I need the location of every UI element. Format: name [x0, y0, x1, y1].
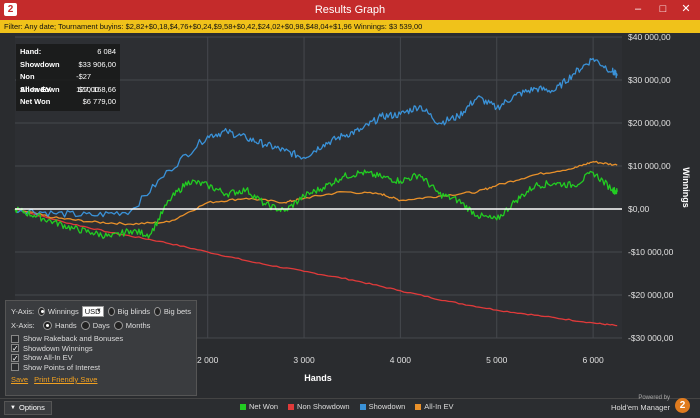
y-tick-label: -$10 000,00 [628, 247, 674, 257]
stats-panel: Hand: 6 084 Showdown $33 906,00 Non Show… [16, 44, 120, 111]
print-friendly-save-link[interactable]: Print Friendly Save [34, 375, 97, 384]
y-big-bets-radio[interactable] [154, 306, 161, 316]
stat-label: Hand: [20, 47, 42, 56]
chart-legend: Net Won Non Showdown Showdown All-In EV [240, 401, 453, 412]
x-months-label[interactable]: Months [126, 321, 151, 330]
y-big-blinds-radio[interactable] [107, 306, 115, 316]
brand-badge: Powered by Hold'em Manager 2 [608, 394, 694, 416]
currency-select[interactable]: USD ▼ [81, 305, 104, 317]
stat-row-hands: Hand: 6 084 [20, 46, 116, 59]
checkbox-label: Showdown Winnings [23, 343, 93, 353]
checkbox-label: Show Rakeback and Bonuses [23, 334, 124, 343]
save-links: Save Print Friendly Save [11, 375, 191, 384]
y-tick-label: -$20 000,00 [628, 290, 674, 300]
window-title: Results Graph [314, 4, 386, 16]
legend-label: Non Showdown [297, 402, 350, 411]
stat-label: All-In EV [20, 84, 51, 94]
x-axis-row: X-Axis: Hands Days Months [11, 318, 191, 332]
title-bar: 2 Results Graph – □ ✕ [0, 0, 700, 20]
y-tick-label: $30 000,00 [628, 75, 671, 85]
legend-swatch [240, 403, 246, 410]
checkbox-points-of-interest[interactable]: Show Points of Interest [11, 363, 191, 373]
save-link[interactable]: Save [11, 375, 28, 384]
legend-label: All-In EV [424, 402, 454, 411]
options-button-label: Options [19, 403, 45, 412]
filter-bar[interactable]: Filter: Any date; Tournament buyins: $2,… [0, 20, 700, 33]
y-winnings-label[interactable]: Winnings [48, 307, 79, 316]
legend-swatch [359, 403, 366, 410]
checkmark-icon[interactable]: ✓ [11, 344, 19, 353]
checkbox-icon[interactable] [11, 363, 19, 372]
checkbox-rakeback[interactable]: Show Rakeback and Bonuses [11, 334, 191, 344]
x-axis-title: Hands [304, 373, 332, 383]
x-tick-label: 3 000 [293, 355, 315, 365]
checkbox-label: Show Points of Interest [23, 362, 101, 372]
stat-row-net-won: Net Won $6 779,00 [20, 96, 116, 109]
close-button[interactable]: ✕ [672, 0, 700, 20]
checkbox-icon[interactable] [11, 334, 19, 343]
x-hands-radio[interactable] [43, 320, 52, 330]
options-toggle-button[interactable]: ▼ Options [4, 401, 52, 415]
y-axis-label: Y-Axis: [11, 306, 35, 316]
triangle-down-icon: ▼ [10, 405, 16, 411]
brand-name: Hold'em Manager [611, 403, 670, 412]
x-days-radio[interactable] [80, 320, 90, 330]
y-big-blinds-label[interactable]: Big blinds [118, 307, 151, 316]
legend-swatch [288, 403, 295, 410]
checkmark-icon[interactable]: ✓ [11, 353, 19, 362]
stat-value: 6 084 [97, 47, 116, 56]
legend-item-net-won: Net Won [240, 401, 278, 412]
stat-value: $33 906,00 [78, 59, 116, 69]
y-tick-label: $20 000,00 [628, 118, 671, 128]
stat-value: $6 779,00 [82, 97, 116, 106]
stat-row-allin-ev: All-In EV $10 168,66 [20, 84, 116, 97]
checkbox-showdown-winnings[interactable]: ✓ Showdown Winnings [11, 344, 191, 354]
y-tick-label: -$30 000,00 [628, 333, 674, 343]
x-tick-label: 5 000 [486, 355, 508, 365]
y-tick-label: $10 000,00 [628, 161, 671, 171]
minimize-button[interactable]: – [625, 0, 651, 20]
x-tick-label: 4 000 [390, 355, 412, 365]
stat-row-non-showdown: Non Showdown -$27 127,00 [20, 71, 116, 94]
options-panel: Y-Axis: Winnings USD ▼ Big blinds Big be… [5, 300, 197, 396]
y-axis-title: Winnings [681, 167, 691, 207]
x-days-label[interactable]: Days [93, 321, 110, 330]
x-axis-label: X-Axis: [11, 320, 35, 330]
x-tick-label: 2 000 [197, 355, 219, 365]
stat-label: Net Won [20, 97, 51, 106]
y-tick-label: $0,00 [628, 204, 650, 214]
y-axis-row: Y-Axis: Winnings USD ▼ Big blinds Big be… [11, 304, 191, 318]
y-tick-label: $40 000,00 [628, 33, 671, 42]
y-big-bets-label[interactable]: Big bets [164, 307, 191, 316]
chevron-down-icon: ▼ [95, 307, 102, 314]
x-hands-label[interactable]: Hands [55, 321, 77, 330]
hem-logo-icon: 2 [675, 398, 690, 413]
stat-label: Non Showdown [20, 72, 60, 94]
legend-item-non-showdown: Non Showdown [288, 401, 350, 412]
y-winnings-radio[interactable] [38, 306, 45, 316]
legend-item-allin-ev: All-In EV [415, 401, 453, 412]
legend-item-showdown: Showdown [359, 401, 406, 412]
x-months-radio[interactable] [113, 320, 123, 330]
stat-row-showdown: Showdown $33 906,00 [20, 59, 116, 72]
legend-swatch [415, 403, 422, 410]
legend-label: Net Won [249, 402, 279, 411]
stat-value: $10 168,66 [78, 84, 116, 94]
x-tick-label: 6 000 [582, 355, 604, 365]
stat-value: -$27 127,00 [76, 72, 100, 94]
stat-label: Showdown [20, 59, 60, 69]
checkbox-label: Show All-In EV [23, 353, 73, 362]
checkbox-allin-ev[interactable]: ✓ Show All-In EV [11, 353, 191, 363]
legend-label: Showdown [368, 402, 406, 411]
powered-by-text: Powered by [638, 395, 670, 401]
